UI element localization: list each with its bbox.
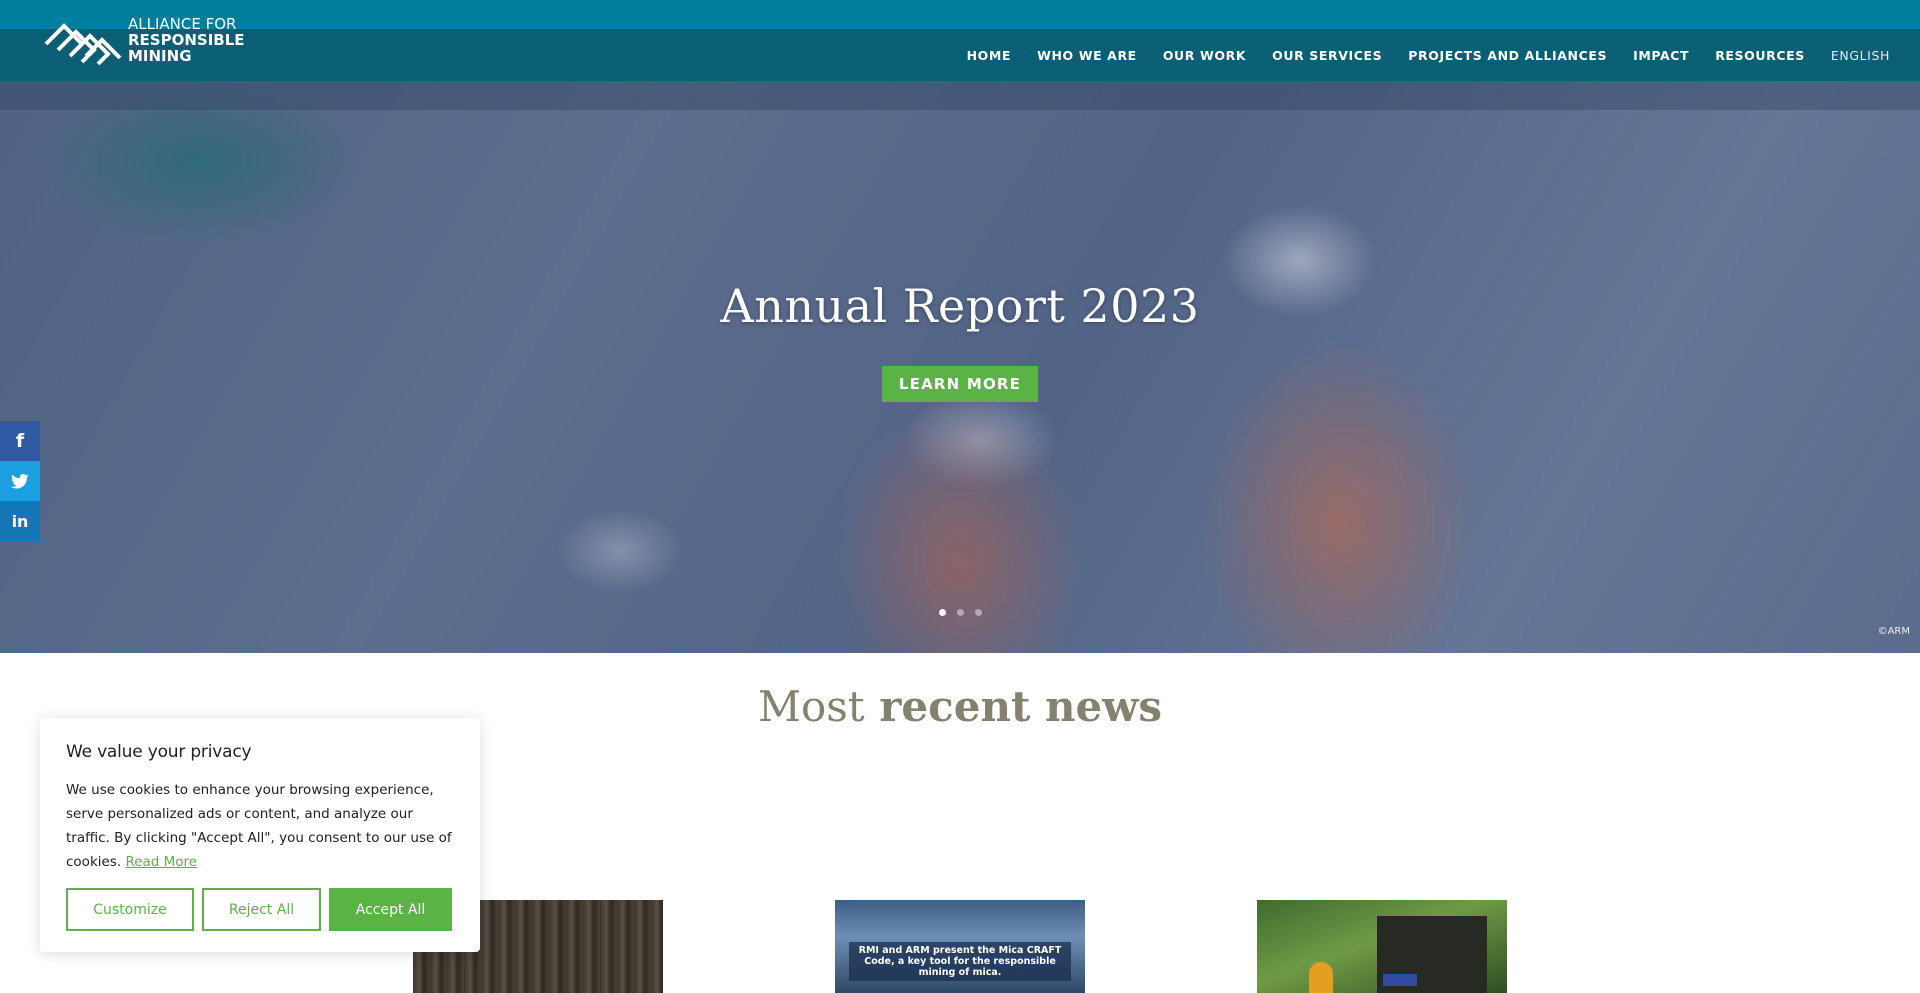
linkedin-share-button[interactable]: in — [0, 501, 40, 541]
hero-slider: Annual Report 2023 LEARN MORE ©ARM — [0, 81, 1920, 653]
arm-logo-icon — [44, 23, 122, 66]
news-card-2[interactable]: RMI and ARM present the Mica CRAFT Code,… — [835, 900, 1085, 993]
nav-impact[interactable]: IMPACT — [1633, 48, 1689, 63]
logo-wordmark: ALLIANCE FOR RESPONSIBLE MINING — [128, 16, 245, 64]
twitter-share-button[interactable] — [0, 461, 40, 501]
cookie-text: We use cookies to enhance your browsing … — [66, 782, 452, 870]
cookie-actions: Customize Reject All Accept All — [66, 888, 452, 931]
news-card-3-image-sign — [1383, 974, 1417, 986]
language-switcher[interactable]: ENGLISH — [1831, 48, 1890, 63]
news-card-3[interactable] — [1257, 900, 1507, 993]
nav-our-work[interactable]: OUR WORK — [1163, 48, 1246, 63]
nav-resources[interactable]: RESOURCES — [1715, 48, 1805, 63]
cookie-accept-all-button[interactable]: Accept All — [329, 888, 452, 931]
cookie-description: We use cookies to enhance your browsing … — [66, 778, 454, 874]
news-card-3-image-worker — [1309, 962, 1333, 993]
twitter-icon — [11, 473, 29, 489]
logo-line-2: RESPONSIBLE — [128, 31, 245, 49]
cookie-reject-all-button[interactable]: Reject All — [202, 888, 321, 931]
slider-dot-1[interactable] — [939, 609, 946, 616]
header-shadow-strip — [0, 81, 1920, 110]
nav-who-we-are[interactable]: WHO WE ARE — [1037, 48, 1137, 63]
slider-dot-2[interactable] — [957, 609, 964, 616]
facebook-icon: f — [15, 430, 25, 452]
cookie-customize-button[interactable]: Customize — [66, 888, 194, 931]
linkedin-icon: in — [11, 511, 29, 531]
facebook-share-button[interactable]: f — [0, 421, 40, 461]
logo-line-1: ALLIANCE FOR — [128, 15, 237, 33]
main-nav: HOME WHO WE ARE OUR WORK OUR SERVICES PR… — [941, 29, 1890, 81]
site-logo[interactable]: ALLIANCE FOR RESPONSIBLE MINING — [42, 14, 252, 66]
hero-title: Annual Report 2023 — [720, 279, 1200, 333]
cookie-read-more-link[interactable]: Read More — [125, 854, 197, 870]
news-heading-bold: recent news — [879, 682, 1163, 731]
social-share-bar: f in — [0, 421, 40, 541]
nav-home[interactable]: HOME — [967, 48, 1011, 63]
photo-credit: ©ARM — [1877, 626, 1910, 637]
learn-more-button[interactable]: LEARN MORE — [882, 366, 1038, 402]
top-bar — [0, 0, 1920, 29]
slider-pagination — [939, 609, 982, 616]
nav-our-services[interactable]: OUR SERVICES — [1272, 48, 1382, 63]
news-card-2-caption: RMI and ARM present the Mica CRAFT Code,… — [849, 942, 1071, 981]
cookie-title: We value your privacy — [66, 742, 252, 762]
logo-line-3: MINING — [128, 47, 192, 65]
cookie-consent-banner: We value your privacy We use cookies to … — [40, 718, 480, 952]
slider-dot-3[interactable] — [975, 609, 982, 616]
news-heading-light: Most — [757, 682, 865, 731]
nav-projects-and-alliances[interactable]: PROJECTS AND ALLIANCES — [1408, 48, 1607, 63]
